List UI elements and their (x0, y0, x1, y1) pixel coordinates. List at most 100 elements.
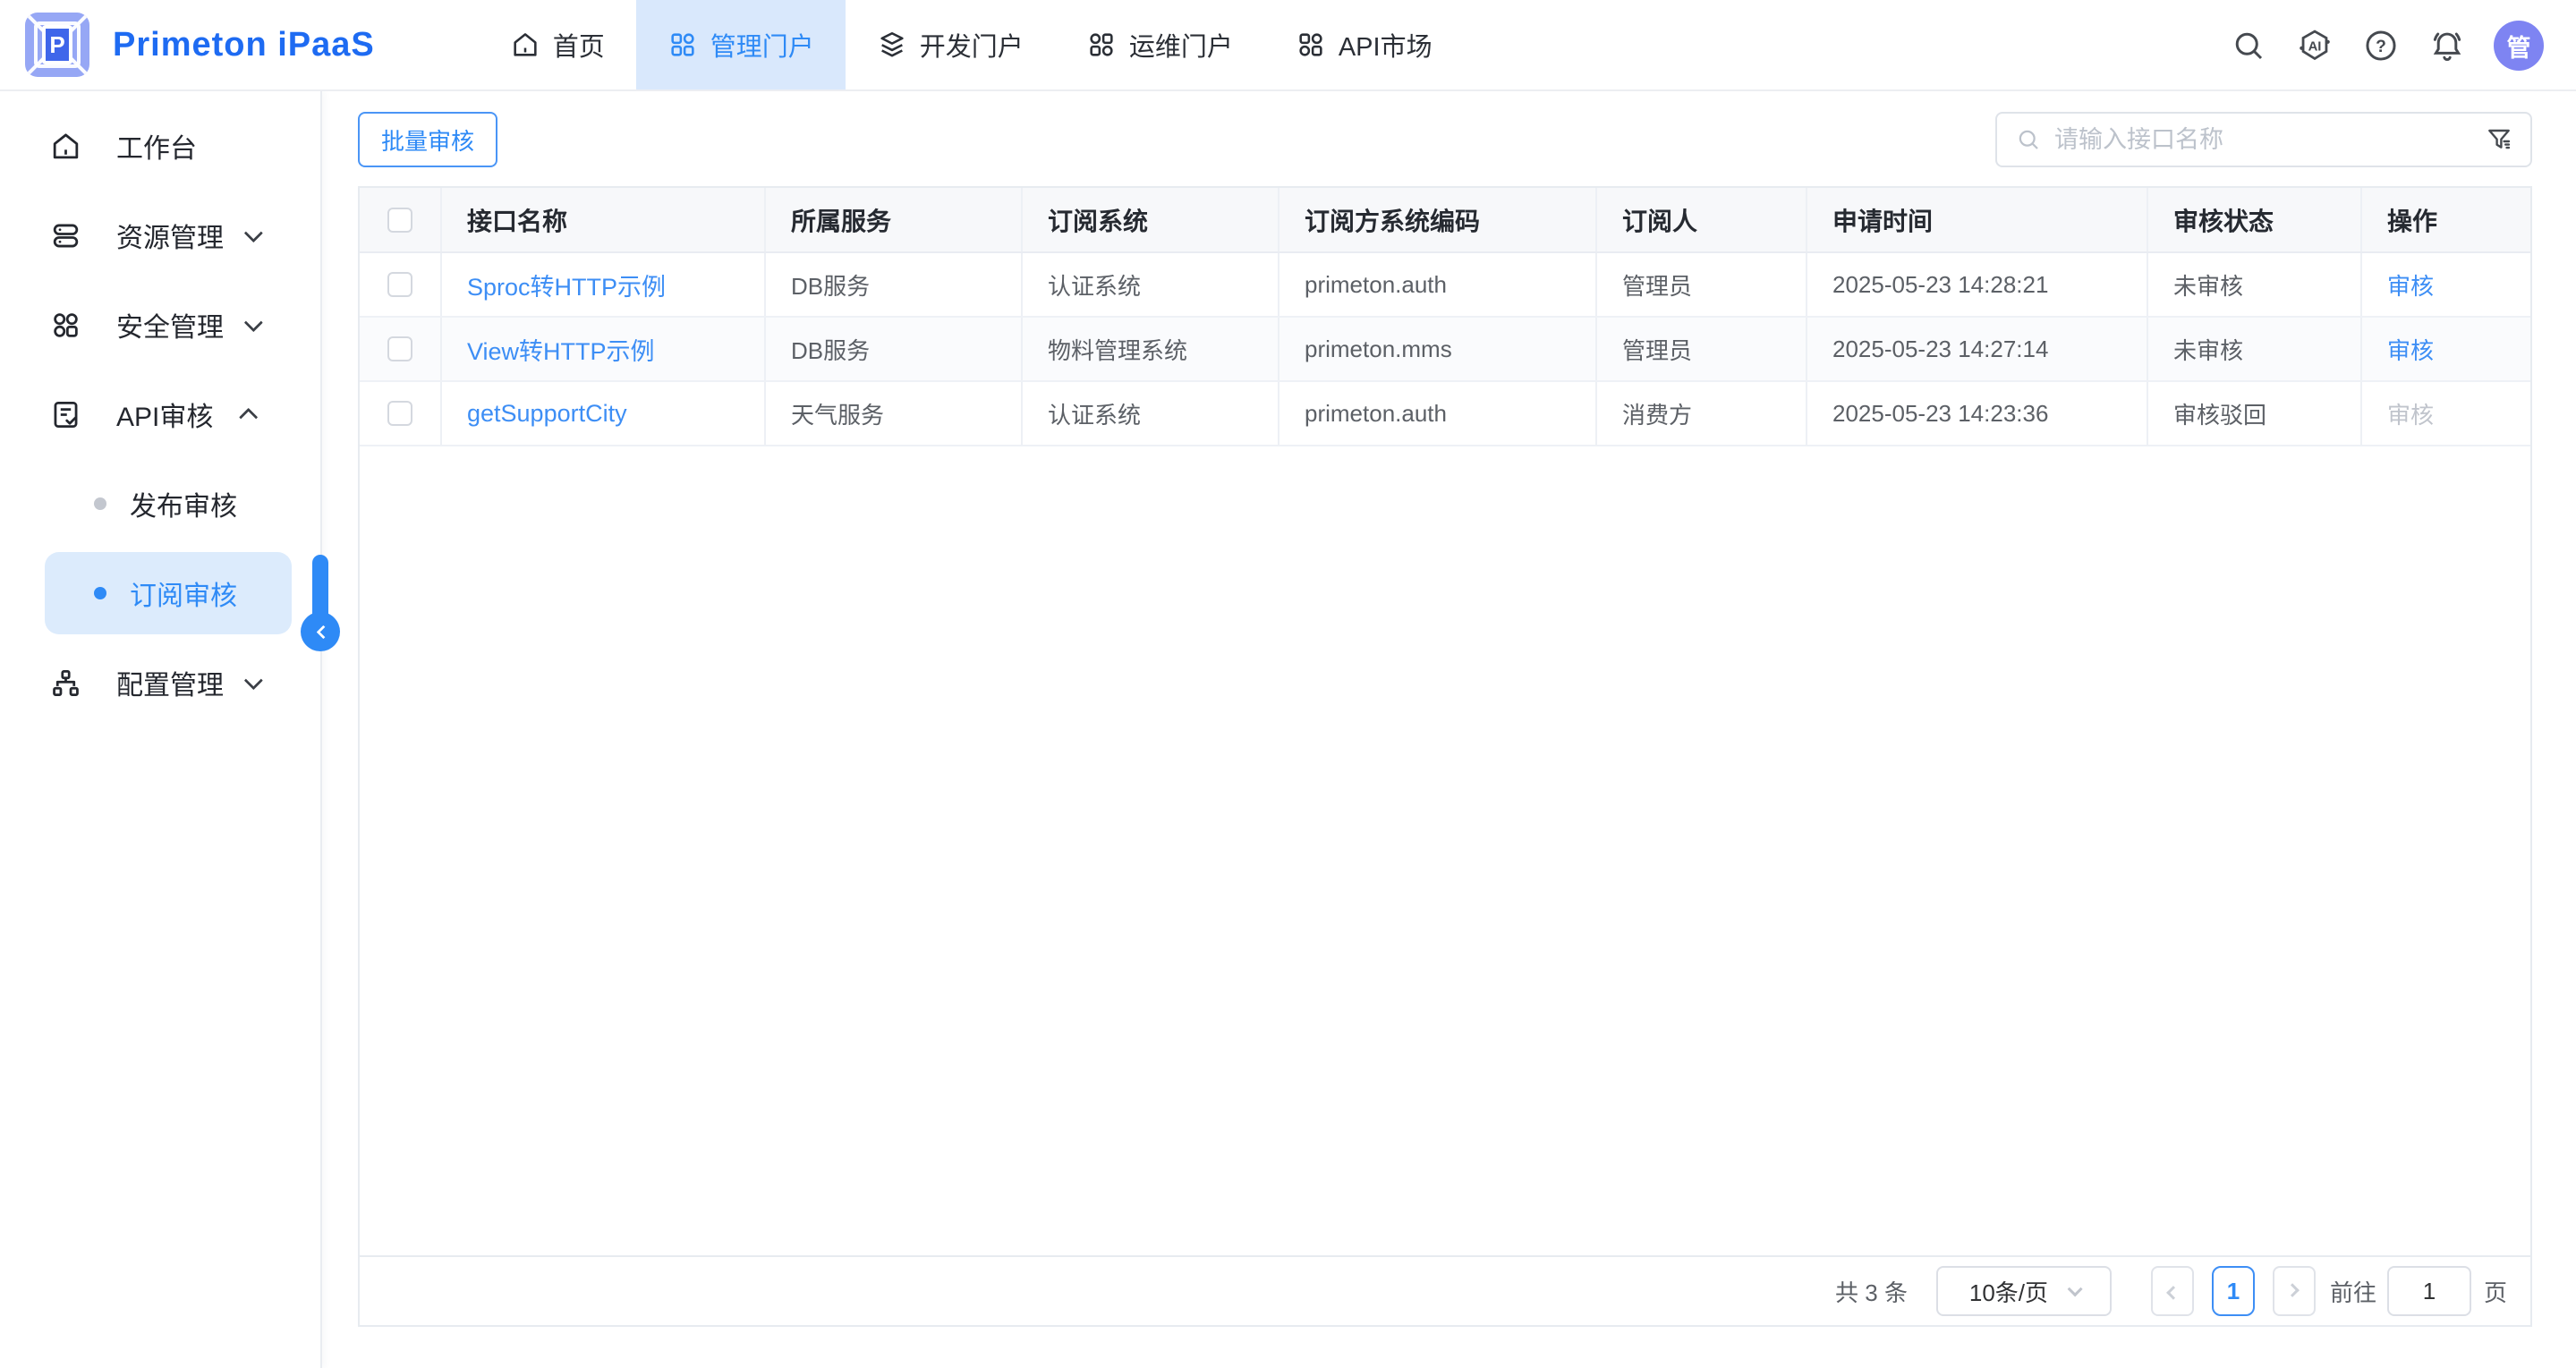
bell-icon[interactable] (2427, 26, 2467, 65)
sidebar-subitem-label: 订阅审核 (130, 574, 237, 613)
grid-icon (1086, 30, 1117, 60)
filter-icon[interactable] (2484, 124, 2514, 155)
audit-action-link[interactable]: 审核 (2387, 333, 2434, 366)
nav-item-home[interactable]: 首页 (479, 0, 636, 89)
nav-item-api-market[interactable]: API市场 (1264, 0, 1464, 89)
avatar[interactable]: 管 (2494, 21, 2544, 71)
main-content: 批量审核 接口名称 所属服务 订阅系统 订阅方系统编码 订阅人 (322, 91, 2576, 1368)
row-checkbox[interactable] (387, 336, 412, 361)
pagination-total: 共 3 条 (1835, 1275, 1908, 1308)
col-header-action: 操作 (2362, 188, 2530, 251)
chevron-down-icon (244, 224, 263, 242)
table-empty-area (360, 446, 2530, 1255)
chevron-up-icon (239, 407, 258, 426)
cell-subscriber: 管理员 (1597, 318, 1807, 380)
grid-icon (1296, 30, 1326, 60)
table-row: getSupportCity 天气服务 认证系统 primeton.auth 消… (360, 382, 2530, 446)
search-icon (2015, 126, 2042, 153)
help-icon[interactable]: ? (2361, 26, 2401, 65)
nav-item-ops-portal[interactable]: 运维门户 (1055, 0, 1264, 89)
sidebar-subitem-publish-audit[interactable]: 发布审核 (0, 459, 320, 548)
audit-doc-icon (49, 398, 82, 431)
ai-label: AI (2308, 39, 2322, 54)
table-row: View转HTTP示例 DB服务 物料管理系统 primeton.mms 管理员… (360, 318, 2530, 382)
interface-name-link[interactable]: getSupportCity (467, 400, 627, 428)
col-header-subscribe-system: 订阅系统 (1023, 188, 1279, 251)
sidebar-item-api-audit[interactable]: API审核 (0, 370, 320, 459)
cell-status: 未审核 (2148, 318, 2362, 380)
next-page-button[interactable] (2273, 1266, 2316, 1316)
toolbar: 批量审核 (358, 112, 2532, 167)
col-header-subscriber: 订阅人 (1597, 188, 1807, 251)
col-header-service: 所属服务 (766, 188, 1023, 251)
col-header-interface-name: 接口名称 (442, 188, 766, 251)
nav-item-label: 运维门户 (1129, 26, 1233, 64)
nav-item-label: 开发门户 (920, 26, 1024, 64)
interface-name-link[interactable]: Sproc转HTTP示例 (467, 268, 666, 302)
nav-item-admin-portal[interactable]: 管理门户 (636, 0, 846, 89)
prev-page-button[interactable] (2151, 1266, 2194, 1316)
nav-item-label: 管理门户 (710, 26, 814, 64)
sidebar-item-security[interactable]: 安全管理 (0, 280, 320, 370)
cell-subscriber: 管理员 (1597, 253, 1807, 316)
brand-logo-icon: P (25, 13, 89, 77)
sidebar-item-label: 工作台 (116, 126, 197, 166)
grid-icon (667, 30, 698, 60)
sidebar-item-label: API审核 (116, 395, 213, 434)
current-page-button[interactable]: 1 (2212, 1266, 2255, 1316)
goto-page-input[interactable] (2387, 1266, 2471, 1316)
row-checkbox[interactable] (387, 272, 412, 297)
page-suffix: 页 (2484, 1275, 2507, 1308)
audit-action-link[interactable]: 审核 (2387, 268, 2434, 302)
topbar-actions: AI ? 管 (2229, 0, 2576, 91)
sidebar-subitem-subscribe-audit[interactable]: 订阅审核 (45, 552, 292, 634)
layers-icon (877, 30, 907, 60)
sidebar-item-label: 配置管理 (116, 663, 224, 702)
search-input[interactable] (2054, 126, 2484, 154)
search-box (1995, 112, 2532, 167)
col-header-system-code: 订阅方系统编码 (1279, 188, 1597, 251)
sidebar: 工作台 资源管理 安全管理 API审核 发布审核 (0, 91, 322, 1368)
portal-nav: 首页 管理门户 开发门户 运维门户 API市场 (479, 0, 1464, 89)
svg-text:?: ? (2376, 38, 2386, 56)
cell-system-code: primeton.mms (1279, 318, 1597, 380)
nav-item-label: API市场 (1339, 26, 1433, 64)
sidebar-collapse-button[interactable] (301, 612, 340, 651)
brand: P Primeton iPaaS (0, 0, 375, 89)
interface-name-link[interactable]: View转HTTP示例 (467, 332, 655, 367)
sidebar-item-workbench[interactable]: 工作台 (0, 101, 320, 191)
cell-apply-time: 2025-05-23 14:27:14 (1807, 318, 2148, 380)
batch-audit-button[interactable]: 批量审核 (358, 112, 497, 167)
row-checkbox[interactable] (387, 401, 412, 426)
select-all-checkbox[interactable] (387, 208, 412, 233)
logo-letter: P (42, 25, 72, 64)
cell-service: 天气服务 (766, 382, 1023, 445)
page-size-select[interactable]: 10条/页 (1936, 1266, 2112, 1316)
search-icon[interactable] (2229, 26, 2268, 65)
cell-service: DB服务 (766, 318, 1023, 380)
cell-apply-time: 2025-05-23 14:28:21 (1807, 253, 2148, 316)
cell-subscriber: 消费方 (1597, 382, 1807, 445)
chevron-left-icon (316, 625, 330, 639)
chevron-down-icon (2068, 1281, 2083, 1296)
sidebar-item-resources[interactable]: 资源管理 (0, 191, 320, 280)
cell-apply-time: 2025-05-23 14:23:36 (1807, 382, 2148, 445)
chevron-left-icon (2167, 1286, 2181, 1300)
home-icon (510, 30, 540, 60)
bullet-dot-icon (94, 497, 106, 510)
cell-service: DB服务 (766, 253, 1023, 316)
cell-system-code: primeton.auth (1279, 253, 1597, 316)
nav-item-dev-portal[interactable]: 开发门户 (846, 0, 1055, 89)
app-root: P Primeton iPaaS 首页 管理门户 开发门户 运维门户 (0, 0, 2576, 1368)
audit-table-panel: 接口名称 所属服务 订阅系统 订阅方系统编码 订阅人 申请时间 审核状态 操作 … (358, 186, 2532, 1327)
sidebar-item-config[interactable]: 配置管理 (0, 638, 320, 727)
cell-system-code: primeton.auth (1279, 382, 1597, 445)
page-size-value: 10条/页 (1969, 1275, 2048, 1308)
cell-subscribe-system: 物料管理系统 (1023, 318, 1279, 380)
chevron-down-icon (244, 313, 263, 332)
table-row: Sproc转HTTP示例 DB服务 认证系统 primeton.auth 管理员… (360, 253, 2530, 318)
chevron-right-icon (2286, 1283, 2300, 1297)
goto-label: 前往 (2330, 1275, 2376, 1308)
ai-assistant-icon[interactable]: AI (2295, 26, 2334, 65)
cell-status: 审核驳回 (2148, 382, 2362, 445)
